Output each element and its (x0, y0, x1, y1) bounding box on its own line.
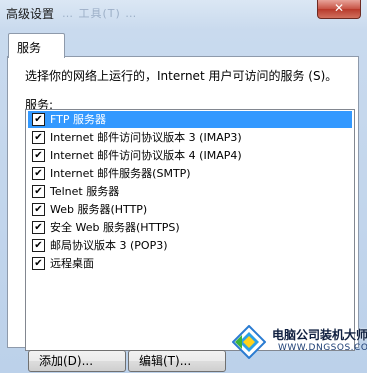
checkbox[interactable]: ✔ (32, 221, 45, 234)
watermark: 电脑公司装机大师 WWW.DNGSOS.COM (230, 322, 367, 373)
service-item[interactable]: ✔ Internet 邮件服务器(SMTP) (28, 165, 352, 182)
close-icon: ✕ (333, 1, 345, 15)
checkbox[interactable]: ✔ (32, 239, 45, 252)
checkbox[interactable]: ✔ (32, 113, 45, 126)
service-label: 安全 Web 服务器(HTTPS) (50, 221, 180, 234)
watermark-title: 电脑公司装机大师 (272, 328, 367, 342)
tab-label: 服务 (17, 41, 42, 55)
close-button[interactable]: ✕ (317, 0, 361, 19)
service-label: Internet 邮件访问协议版本 4 (IMAP4) (50, 149, 242, 162)
service-item[interactable]: ✔ 邮局协议版本 3 (POP3) (28, 237, 352, 254)
checkbox[interactable]: ✔ (32, 167, 45, 180)
service-item[interactable]: ✔ 远程桌面 (28, 255, 352, 272)
service-item[interactable]: ✔ 安全 Web 服务器(HTTPS) (28, 219, 352, 236)
edit-button[interactable]: 编辑(T)... (128, 350, 226, 372)
services-list[interactable]: ✔ FTP 服务器 ✔ Internet 邮件访问协议版本 3 (IMAP3) ✔ I… (25, 109, 355, 351)
service-label: Telnet 服务器 (50, 185, 120, 198)
instructions-text: 选择你的网络上运行的，Internet 用户可访问的服务 (S)。 (25, 69, 338, 83)
service-item[interactable]: ✔ Internet 邮件访问协议版本 3 (IMAP3) (28, 129, 352, 146)
service-label: 远程桌面 (50, 257, 94, 270)
checkbox[interactable]: ✔ (32, 203, 45, 216)
service-item[interactable]: ✔ Web 服务器(HTTP) (28, 201, 352, 218)
service-label: Internet 邮件访问协议版本 3 (IMAP3) (50, 131, 242, 144)
service-label: 邮局协议版本 3 (POP3) (50, 239, 168, 252)
watermark-logo-icon (232, 325, 266, 359)
tab-services[interactable]: 服务 (8, 33, 65, 58)
service-item[interactable]: ✔ Internet 邮件访问协议版本 4 (IMAP4) (28, 147, 352, 164)
add-button[interactable]: 添加(D)... (28, 350, 126, 372)
service-item[interactable]: ✔ Telnet 服务器 (28, 183, 352, 200)
add-button-label: 添加(D)... (39, 354, 94, 368)
services-panel: 选择你的网络上运行的，Internet 用户可访问的服务 (S)。 服务: ✔ F… (7, 56, 359, 351)
watermark-url: WWW.DNGSOS.COM (278, 343, 367, 353)
service-label: FTP 服务器 (50, 113, 106, 126)
service-label: Internet 邮件服务器(SMTP) (50, 167, 191, 180)
service-item[interactable]: ✔ FTP 服务器 (28, 111, 352, 128)
dialog-title: 高级设置 (6, 7, 55, 21)
checkbox[interactable]: ✔ (32, 149, 45, 162)
checkbox[interactable]: ✔ (32, 257, 45, 270)
service-label: Web 服务器(HTTP) (50, 203, 148, 216)
background-menu: … 工具(T) … (62, 7, 138, 20)
checkbox[interactable]: ✔ (32, 185, 45, 198)
edit-button-label: 编辑(T)... (139, 354, 192, 368)
advanced-settings-dialog: 高级设置 … 工具(T) … ✕ 服务 选择你的网络上运行的，Internet … (0, 0, 367, 373)
checkbox[interactable]: ✔ (32, 131, 45, 144)
title-bar: 高级设置 … 工具(T) … ✕ (0, 0, 367, 28)
